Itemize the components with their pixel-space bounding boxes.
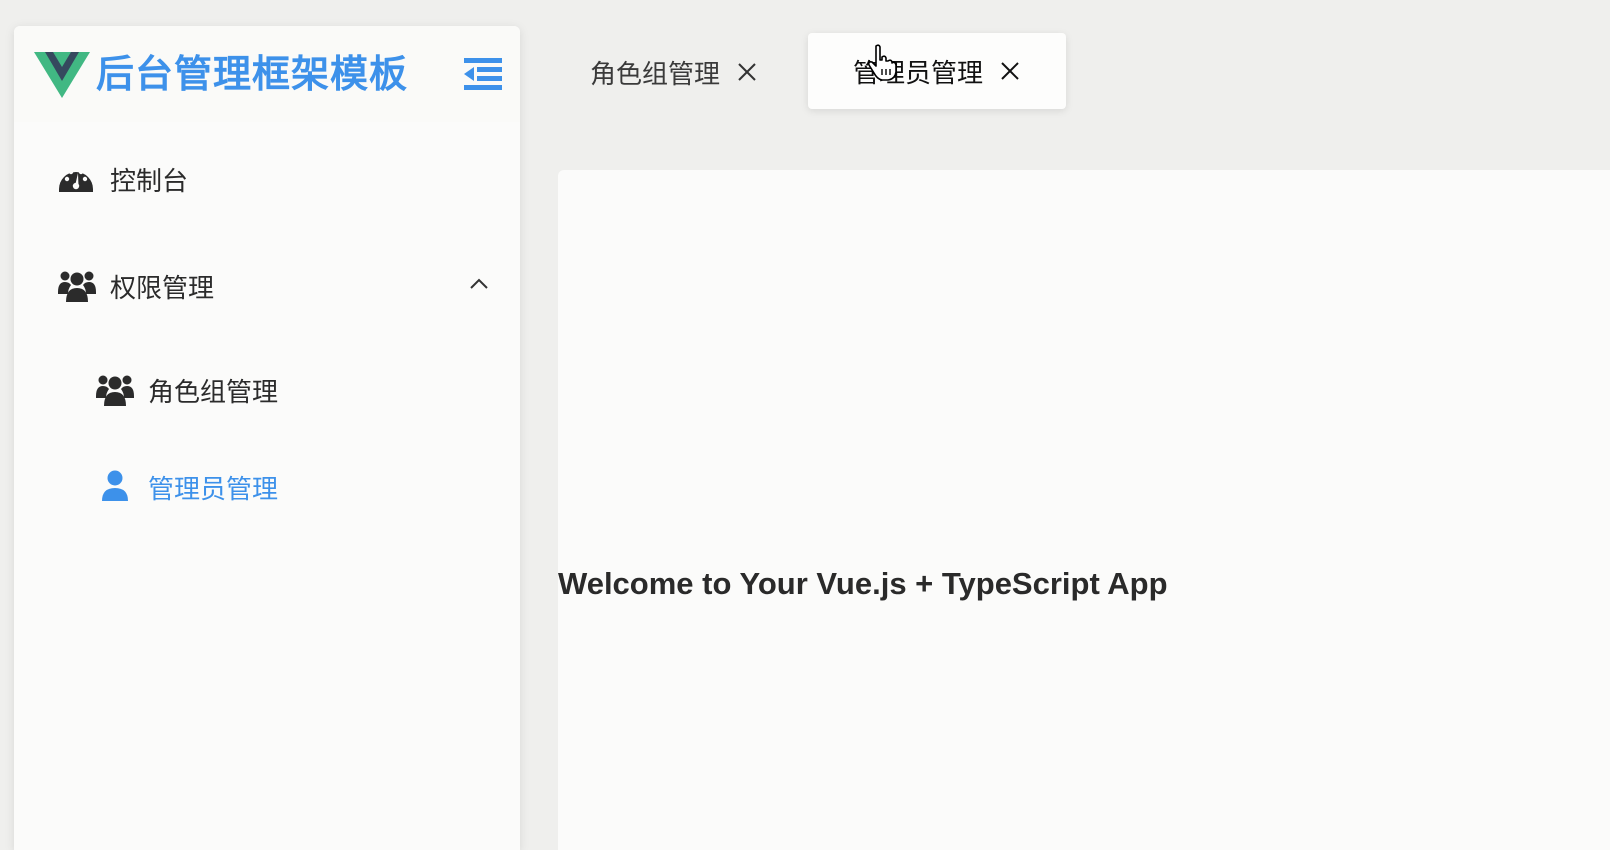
tab-role-groups[interactable]: 角色组管理 — [590, 34, 790, 110]
sidebar-item-label: 权限管理 — [110, 273, 215, 304]
brand-title: 后台管理框架模板 — [96, 52, 409, 96]
tab-admins[interactable]: 管理员管理 — [808, 33, 1066, 109]
chevron-up-icon[interactable] — [468, 274, 490, 296]
sidebar-item-label: 角色组管理 — [148, 377, 279, 408]
pointer-cursor-icon — [868, 44, 898, 82]
dashboard-icon — [58, 161, 94, 197]
welcome-heading: Welcome to Your Vue.js + TypeScript App — [558, 566, 1168, 601]
user-icon — [96, 469, 134, 505]
sidebar: 后台管理框架模板 控制台 权限管理 角色组管理 管理员管理 — [14, 26, 520, 850]
sidebar-item-role-groups[interactable]: 角色组管理 — [96, 360, 496, 420]
sidebar-item-label: 管理员管理 — [148, 474, 279, 505]
sidebar-item-permissions[interactable]: 权限管理 — [58, 256, 498, 316]
sidebar-item-console[interactable]: 控制台 — [58, 149, 498, 209]
sidebar-item-label: 控制台 — [110, 166, 189, 197]
sidebar-item-admins[interactable]: 管理员管理 — [96, 457, 496, 517]
menu-fold-icon[interactable] — [464, 58, 502, 90]
tab-label: 角色组管理 — [590, 59, 721, 90]
users-icon — [96, 372, 134, 408]
brand-header: 后台管理框架模板 — [14, 26, 520, 122]
close-icon[interactable] — [736, 61, 758, 83]
users-icon — [58, 268, 96, 304]
close-icon[interactable] — [999, 60, 1021, 82]
vue-logo-icon — [34, 50, 90, 98]
main-content: Welcome to Your Vue.js + TypeScript App — [558, 170, 1610, 850]
